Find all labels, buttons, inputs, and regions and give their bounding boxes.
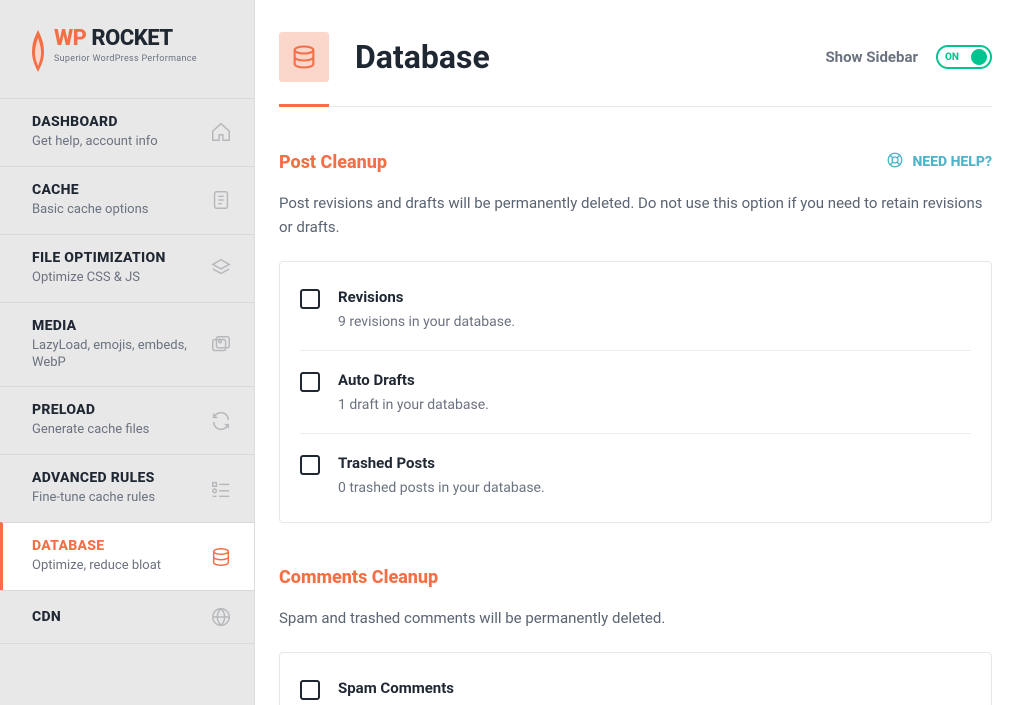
comments-cleanup-options: Spam Comments [279,652,992,705]
checkbox-spam-comments[interactable] [300,680,320,700]
toggle-on-label: ON [945,52,959,63]
sidebar-item-label: PRELOAD [32,402,149,418]
option-sub: 9 revisions in your database. [338,314,515,330]
option-title: Revisions [338,288,515,306]
logo: WP ROCKET Superior WordPress Performance [0,0,254,98]
sidebar-item-database[interactable]: DATABASE Optimize, reduce bloat [0,522,254,590]
sidebar-item-label: CACHE [32,182,148,198]
sidebar-item-label: ADVANCED RULES [32,470,155,486]
sidebar-item-label: DASHBOARD [32,114,158,130]
option-title: Trashed Posts [338,454,545,472]
sidebar-item-desc: Fine-tune cache rules [32,490,155,507]
layers-icon [210,257,232,279]
option-title: Auto Drafts [338,371,489,389]
sidebar-item-desc: Optimize CSS & JS [32,270,166,287]
page-header: Database Show Sidebar ON [279,32,992,107]
sidebar-item-desc: Basic cache options [32,202,148,219]
sidebar-item-label: FILE OPTIMIZATION [32,250,166,266]
sidebar-item-desc: Get help, account info [32,134,158,151]
logo-text: WP ROCKET [54,28,197,50]
checkbox-trashed-posts[interactable] [300,455,320,475]
sidebar-item-label: CDN [32,609,61,625]
refresh-icon [210,410,232,432]
show-sidebar-label: Show Sidebar [825,48,918,66]
file-icon [210,189,232,211]
checkbox-revisions[interactable] [300,289,320,309]
page-title: Database [355,38,490,76]
option-spam-comments: Spam Comments [300,659,971,705]
toggle-knob [971,49,987,65]
sidebar-item-cdn[interactable]: CDN [0,590,254,644]
sidebar-item-label: MEDIA [32,318,192,334]
section-title: Post Cleanup [279,152,387,173]
sidebar-item-media[interactable]: MEDIA LazyLoad, emojis, embeds, WebP [0,302,254,387]
sidebar-item-desc: Optimize, reduce bloat [32,558,161,575]
section-desc: Post revisions and drafts will be perman… [279,191,992,239]
option-auto-drafts: Auto Drafts 1 draft in your database. [300,351,971,434]
sidebar-item-cache[interactable]: CACHE Basic cache options [0,166,254,234]
sidebar-item-file-optimization[interactable]: FILE OPTIMIZATION Optimize CSS & JS [0,234,254,302]
list-icon [210,478,232,500]
post-cleanup-options: Revisions 9 revisions in your database. … [279,261,992,523]
option-title: Spam Comments [338,679,454,697]
lifering-icon [886,151,904,173]
database-icon [210,546,232,568]
section-comments-cleanup: Comments Cleanup Spam and trashed commen… [279,567,992,705]
main-content: Database Show Sidebar ON Post Cleanup NE… [255,0,1024,705]
sidebar-item-desc: Generate cache files [32,422,149,439]
option-revisions: Revisions 9 revisions in your database. [300,268,971,351]
section-post-cleanup: Post Cleanup NEED HELP? Post revisions a… [279,151,992,523]
option-sub: 1 draft in your database. [338,397,489,413]
sidebar-item-dashboard[interactable]: DASHBOARD Get help, account info [0,98,254,166]
option-sub: 0 trashed posts in your database. [338,480,545,496]
option-trashed-posts: Trashed Posts 0 trashed posts in your da… [300,434,971,516]
page-icon-database [279,32,329,82]
sidebar-item-preload[interactable]: PRELOAD Generate cache files [0,386,254,454]
need-help-link[interactable]: NEED HELP? [886,151,992,173]
checkbox-auto-drafts[interactable] [300,372,320,392]
show-sidebar-toggle[interactable]: ON [936,45,992,69]
sidebar: WP ROCKET Superior WordPress Performance… [0,0,255,705]
sidebar-item-desc: LazyLoad, emojis, embeds, WebP [32,338,192,372]
home-icon [210,121,232,143]
logo-tagline: Superior WordPress Performance [54,54,197,64]
rocket-flame-icon [28,28,48,74]
media-icon [210,334,232,356]
section-desc: Spam and trashed comments will be perman… [279,606,992,630]
sidebar-item-label: DATABASE [32,538,161,554]
globe-icon [210,606,232,628]
section-title: Comments Cleanup [279,567,438,588]
sidebar-item-advanced-rules[interactable]: ADVANCED RULES Fine-tune cache rules [0,454,254,522]
need-help-label: NEED HELP? [912,154,992,170]
